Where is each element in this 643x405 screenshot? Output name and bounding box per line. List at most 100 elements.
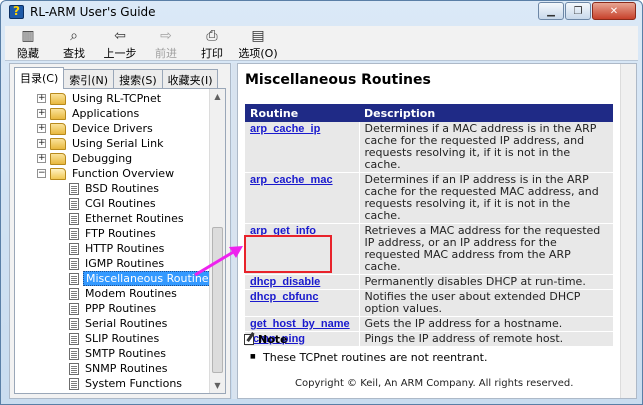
table-row: arp_cache_mac Determines if an IP addres… [245,172,613,224]
tab-contents[interactable]: 目录(C) [14,67,65,89]
collapse-icon[interactable]: − [37,169,46,178]
tree-page[interactable]: Modem Routines [15,286,211,301]
expand-icon[interactable]: + [37,94,46,103]
window-controls: ▁ ❐ ✕ [538,2,636,20]
note-icon [244,334,254,345]
minimize-button[interactable]: ▁ [538,2,564,20]
page-title: Miscellaneous Routines [245,72,431,88]
page-icon [69,302,79,315]
find-button[interactable]: ⌕ 查找 [51,26,97,60]
tree-folder[interactable]: + Debugging [15,151,211,166]
title-bar[interactable]: RL-ARM User's Guide ▁ ❐ ✕ [1,1,642,23]
find-icon: ⌕ [70,28,78,44]
tree-page[interactable]: HTTP Routines [15,241,211,256]
routine-cell: dhcp_disable [245,274,360,290]
expand-icon[interactable]: + [37,109,46,118]
table-row: dhcp_disable Permanently disables DHCP a… [245,274,613,290]
tree-page-label: Serial Routines [85,317,168,330]
tree-folder-label: Using RL-TCPnet [72,92,162,105]
annotation-arrow [194,246,243,277]
forward-button[interactable]: ⇨ 前进 [143,26,189,60]
routine-link[interactable]: get_host_by_name [250,318,350,330]
tree-page-label: IGMP Routines [85,257,165,270]
tree-page-label: PPP Routines [85,302,157,315]
description-cell: Notifies the user about extended DHCP op… [359,289,613,317]
folder-icon [50,122,66,135]
hide-button[interactable]: ▥ 隐藏 [5,26,51,60]
tree-page[interactable]: SNMP Routines [15,361,211,376]
tree-folder[interactable]: + Using RL-TCPnet [15,91,211,106]
tree-page-label: BSD Routines [85,182,159,195]
page-icon [69,272,79,285]
options-label: 选项(O) [238,47,278,60]
content-pane: Miscellaneous Routines Routine Descripti… [237,63,637,399]
expand-icon[interactable]: + [37,139,46,148]
restore-icon: ❐ [573,5,583,17]
tree-page[interactable]: CGI Routines [15,196,211,211]
routine-cell: get_host_by_name [245,316,360,332]
back-button[interactable]: ⇦ 上一步 [97,26,143,60]
toolbar: ▥ 隐藏 ⌕ 查找 ⇦ 上一步 ⇨ 前进 ⎙ 打印 ▤ 选项(O) [5,26,638,61]
tree-page[interactable]: Serial Routines [15,316,211,331]
tree-page[interactable]: PPP Routines [15,301,211,316]
routine-link[interactable]: dhcp_disable [250,276,320,288]
tab-favorites[interactable]: 收藏夹(I) [161,69,219,89]
routine-cell: arp_cache_ip [245,122,360,173]
back-icon: ⇦ [114,28,126,44]
print-icon: ⎙ [206,28,218,44]
description-cell: Gets the IP address for a hostname. [359,316,613,332]
tree-page[interactable]: BSD Routines [15,181,211,196]
tab-search[interactable]: 搜索(S) [113,69,163,89]
table-row: dhcp_cbfunc Notifies the user about exte… [245,289,613,317]
find-label: 查找 [63,47,85,60]
tree-page[interactable]: IGMP Routines [15,256,211,271]
tree-page[interactable]: SLIP Routines [15,331,211,346]
tree-folder[interactable]: + Using Serial Link [15,136,211,151]
routine-link[interactable]: dhcp_cbfunc [250,291,318,303]
window-title: RL-ARM User's Guide [30,5,156,19]
tree-folder-expanded[interactable]: − Function Overview [15,166,211,181]
routine-cell: arp_cache_mac [245,172,360,224]
description-cell: Pings the IP address of remote host. [359,331,613,347]
scroll-down-icon[interactable]: ▼ [210,378,225,393]
tree-page-label: Ethernet Routines [85,212,184,225]
tree-page[interactable]: Ethernet Routines [15,211,211,226]
help-window: RL-ARM User's Guide ▁ ❐ ✕ ▥ 隐藏 ⌕ 查找 ⇦ 上一… [0,0,643,405]
table-row: icmp_ping Pings the IP address of remote… [245,331,613,347]
routine-link[interactable]: arp_get_info [250,225,316,237]
options-button[interactable]: ▤ 选项(O) [235,26,281,60]
restore-button[interactable]: ❐ [565,2,591,20]
note-item: These TCPnet routines are not reentrant. [250,351,487,364]
tree-page-label: CGI Routines [85,197,156,210]
folder-icon [50,152,66,165]
content-scrollbar[interactable] [620,64,636,398]
tree-page[interactable]: SMTP Routines [15,346,211,361]
note-heading: Note [244,333,287,346]
page-icon [69,242,79,255]
nav-tabs: 目录(C) 索引(N) 搜索(S) 收藏夹(I) [14,67,219,89]
tree-page-selected[interactable]: Miscellaneous Routines [15,271,218,286]
tree-page-label: Modem Routines [85,287,177,300]
description-cell: Determines if a MAC address is in the AR… [359,122,613,173]
routine-link[interactable]: arp_cache_ip [250,123,320,135]
tree-page[interactable]: FTP Routines [15,226,211,241]
tree-folder[interactable]: + Applications [15,106,211,121]
back-label: 上一步 [103,47,137,60]
tree-page-label: SNMP Routines [85,362,168,375]
routine-cell: arp_get_info [245,223,360,275]
scroll-up-icon[interactable]: ▲ [210,89,225,104]
forward-label: 前进 [155,47,177,60]
tab-index[interactable]: 索引(N) [63,69,115,89]
expand-icon[interactable]: + [37,154,46,163]
routine-link[interactable]: arp_cache_mac [250,174,333,186]
print-button[interactable]: ⎙ 打印 [189,26,235,60]
table-row: arp_cache_ip Determines if a MAC address… [245,122,613,173]
close-button[interactable]: ✕ [592,2,636,20]
routines-table: Routine Description arp_cache_ip Determi… [245,104,613,347]
help-app-icon [9,4,24,19]
minimize-icon: ▁ [547,5,555,17]
copyright: Copyright © Keil, An ARM Company. All ri… [295,378,574,389]
tree-page[interactable]: System Functions [15,376,211,391]
tree-folder[interactable]: + Device Drivers [15,121,211,136]
expand-icon[interactable]: + [37,124,46,133]
